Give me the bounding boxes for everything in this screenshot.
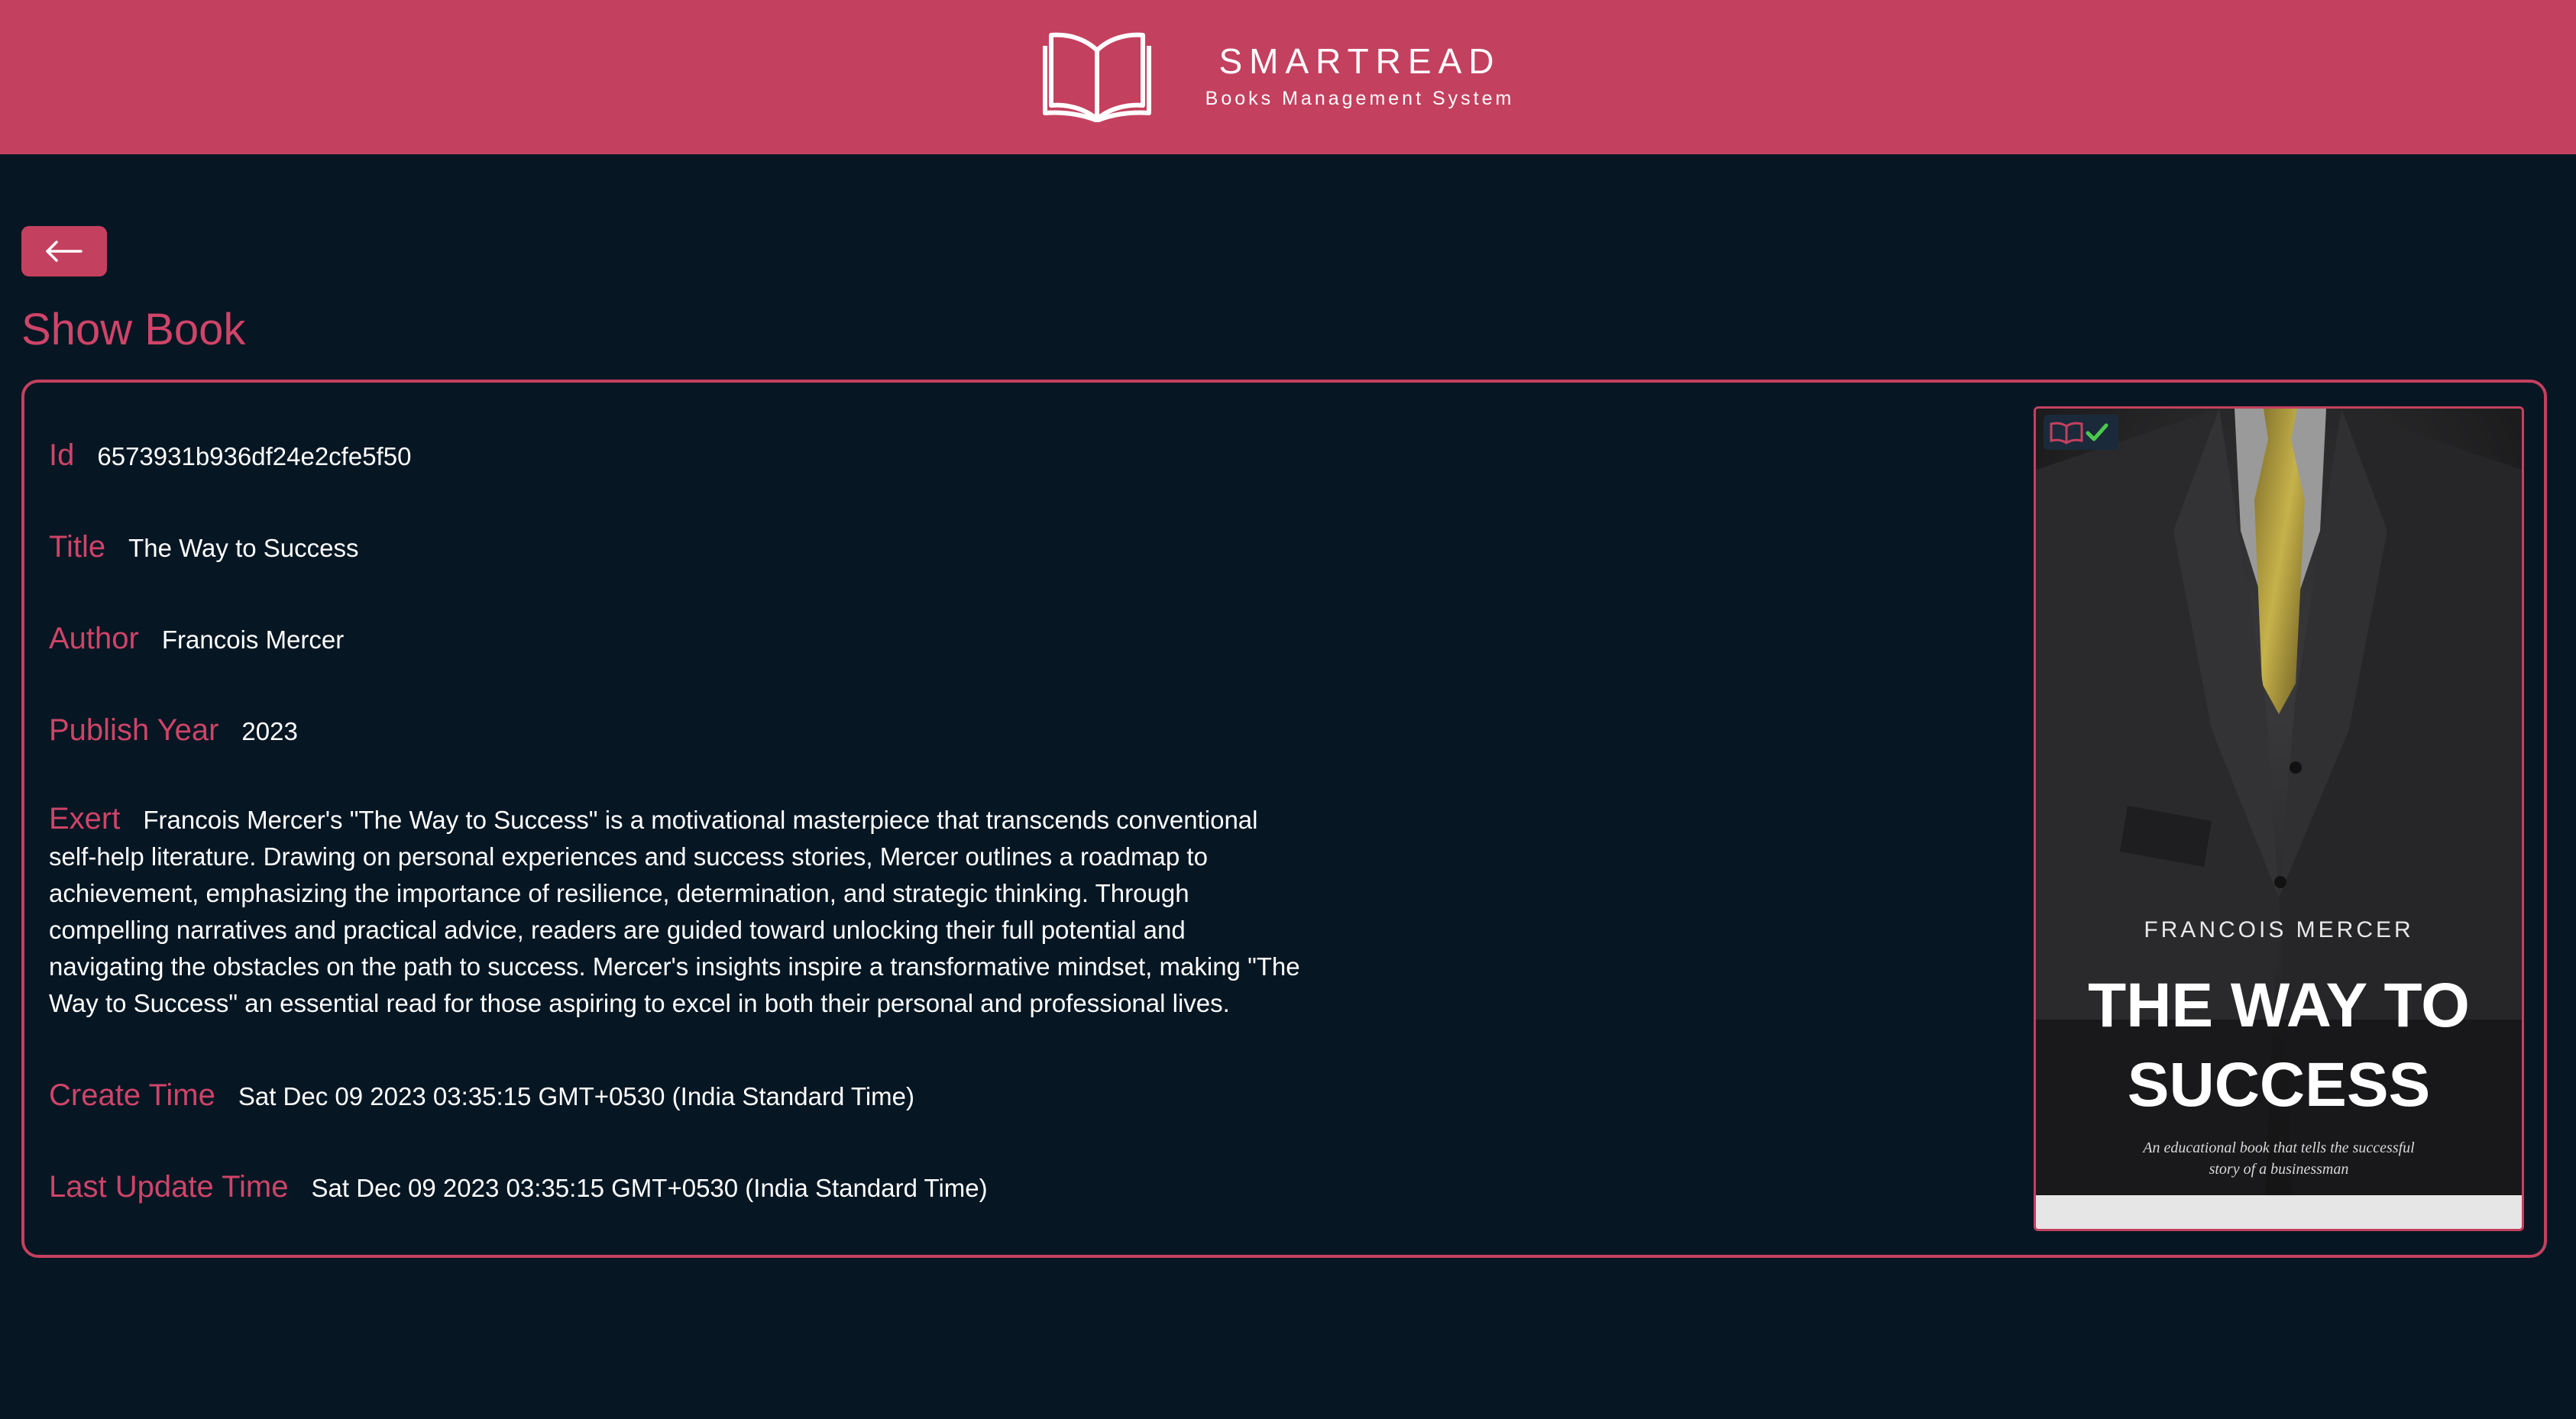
- excerpt-value: Francois Mercer's "The Way to Success" i…: [49, 806, 1300, 1017]
- cover-author: FRANCOIS MERCER: [2144, 917, 2414, 942]
- cover-title-line2: SUCCESS: [2127, 1050, 2431, 1120]
- id-label: Id: [49, 438, 75, 472]
- open-book-icon: [1043, 32, 1151, 122]
- create-time-label: Create Time: [49, 1078, 215, 1112]
- id-value: 6573931b936df24e2cfe5f50: [97, 442, 412, 470]
- cover-footer-strip: [2036, 1195, 2522, 1229]
- title-value: The Way to Success: [128, 534, 359, 562]
- book-cover: FRANCOIS MERCER THE WAY TO SUCCESS An ed…: [2034, 406, 2524, 1231]
- excerpt-label: Exert: [49, 802, 121, 836]
- cover-subtitle: An educational book that tells the succe…: [2128, 1137, 2430, 1180]
- cover-subtitle-line1: An educational book that tells the succe…: [2143, 1139, 2415, 1156]
- update-time-row: Last Update Time Sat Dec 09 2023 03:35:15…: [49, 1165, 988, 1215]
- cover-title-line1: THE WAY TO: [2088, 971, 2470, 1040]
- excerpt-row: Exert Francois Mercer's "The Way to Succe…: [49, 800, 1302, 1022]
- app-header: SMARTREAD Books Management System: [0, 0, 2576, 154]
- back-button[interactable]: [21, 226, 107, 276]
- year-value: 2023: [241, 717, 298, 745]
- author-label: Author: [49, 622, 139, 655]
- cover-title: THE WAY TO SUCCESS: [2036, 966, 2522, 1125]
- create-time-value: Sat Dec 09 2023 03:35:15 GMT+0530 (India…: [238, 1082, 914, 1110]
- page-title: Show Book: [21, 305, 246, 354]
- cover-subtitle-line2: story of a businessman: [2209, 1161, 2349, 1178]
- title-label: Title: [49, 530, 106, 564]
- update-time-label: Last Update Time: [49, 1170, 289, 1204]
- book-check-icon: [2050, 422, 2108, 444]
- author-row: Author Francois Mercer: [49, 617, 344, 667]
- id-row: Id 6573931b936df24e2cfe5f50: [49, 434, 411, 483]
- brand-subtitle: Books Management System: [1205, 88, 1515, 109]
- create-time-row: Create Time Sat Dec 09 2023 03:35:15 GMT+…: [49, 1074, 914, 1123]
- update-time-value: Sat Dec 09 2023 03:35:15 GMT+0530 (India…: [311, 1174, 988, 1202]
- year-row: Publish Year 2023: [49, 709, 298, 758]
- year-label: Publish Year: [49, 713, 219, 747]
- title-row: Title The Way to Success: [49, 525, 358, 575]
- cover-badge: [2044, 415, 2118, 450]
- arrow-left-icon: [46, 241, 83, 262]
- author-value: Francois Mercer: [161, 625, 345, 654]
- brand-title: SMARTREAD: [1218, 41, 1501, 81]
